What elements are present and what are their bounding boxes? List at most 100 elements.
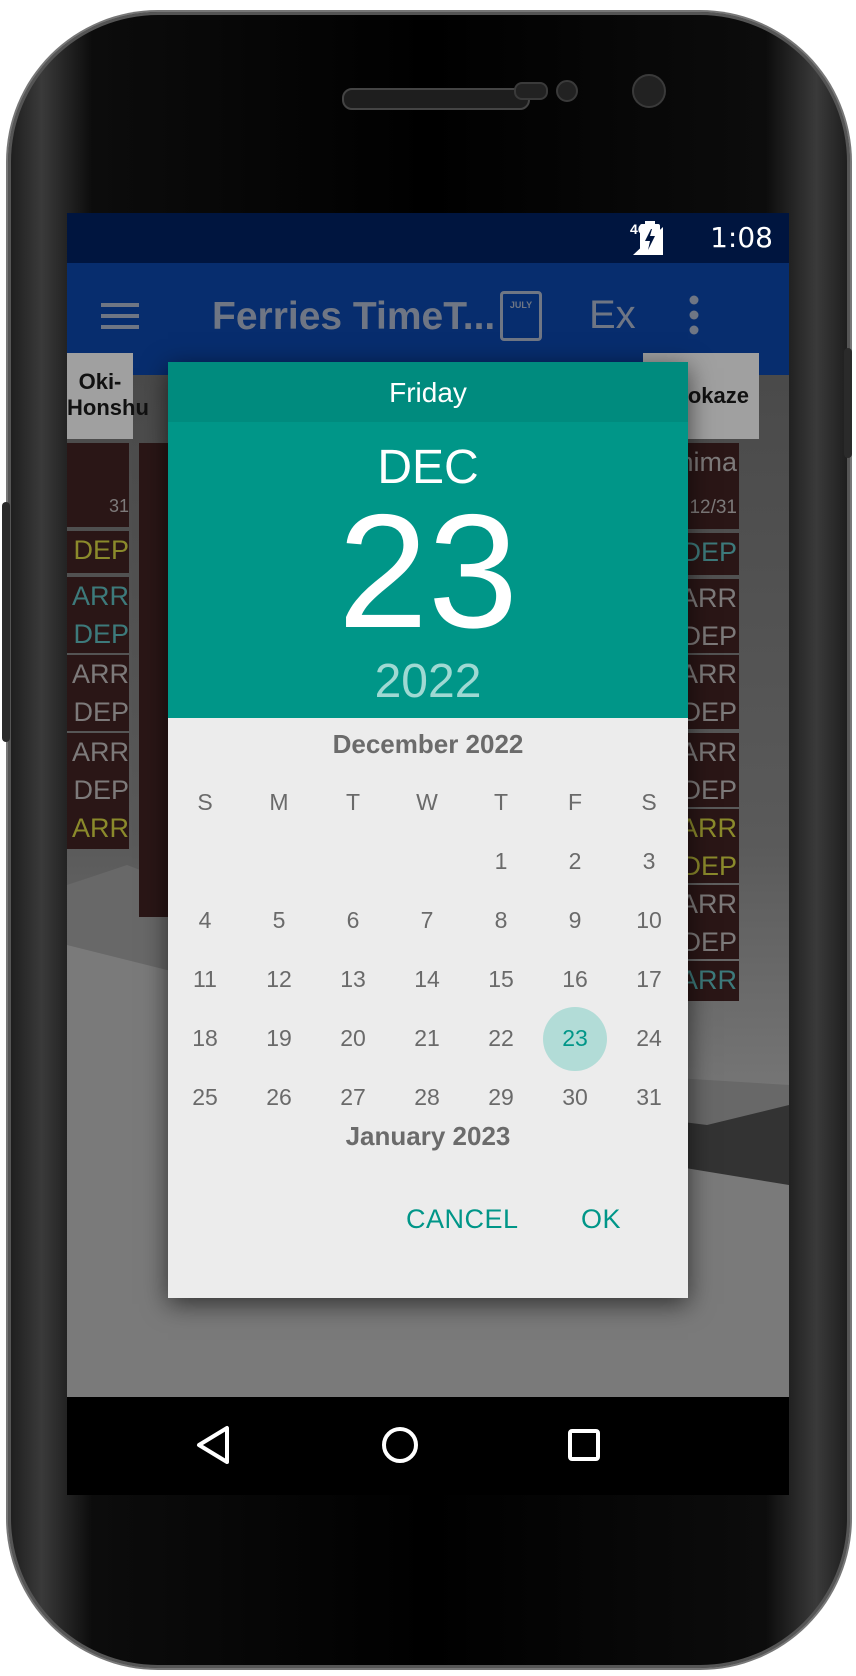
menu-icon[interactable] — [101, 301, 139, 331]
calendar-day-label: 6 — [346, 907, 360, 933]
calendar-week-row: 4 5 6 7 8 9 10 — [168, 891, 688, 950]
calendar-day[interactable]: 11 — [168, 950, 242, 1009]
column-header-oki-honshu[interactable]: Oki- Honshu — [67, 353, 149, 439]
timetable-cell[interactable]: DEP — [67, 531, 129, 573]
light-sensor — [556, 80, 578, 102]
earpiece-speaker — [342, 88, 530, 110]
date-picker-dialog: Friday DEC 23 2022 December 2022 S M T W T F S… — [168, 362, 688, 1298]
selected-year[interactable]: 2022 — [168, 654, 688, 709]
calendar-day[interactable]: 2 — [538, 832, 612, 891]
calendar-icon-label: JULY — [509, 300, 533, 310]
calendar-day[interactable]: 1 — [464, 832, 538, 891]
calendar-day-label: 15 — [488, 966, 514, 992]
calendar-day[interactable]: 6 — [316, 891, 390, 950]
ok-button[interactable]: OK — [581, 1204, 621, 1235]
calendar-week-row: 11 12 13 14 15 16 17 — [168, 950, 688, 1009]
calendar-day[interactable]: 17 — [612, 950, 686, 1009]
calendar-day[interactable]: 10 — [612, 891, 686, 950]
selected-day[interactable]: 23 — [168, 491, 688, 653]
timetable-cell[interactable]: ARR DEP — [67, 655, 129, 731]
timetable-cell[interactable]: ARR — [67, 809, 129, 849]
volume-button — [2, 502, 10, 742]
calendar-day-label: 20 — [340, 1025, 366, 1051]
overflow-menu-icon[interactable] — [689, 295, 699, 335]
calendar-day[interactable]: 27 — [316, 1068, 390, 1127]
calendar-day[interactable]: 26 — [242, 1068, 316, 1127]
calendar-day[interactable]: 13 — [316, 950, 390, 1009]
home-icon[interactable] — [381, 1426, 419, 1464]
calendar-month-title: December 2022 — [332, 729, 524, 759]
calendar-day-label: 22 — [488, 1025, 514, 1051]
timetable-cell[interactable]: ARR DEP — [67, 577, 129, 653]
calendar-day-label: 29 — [488, 1084, 514, 1110]
calendar-day-label: 21 — [414, 1025, 440, 1051]
weekday-header: S — [197, 788, 213, 815]
calendar-day-label: 24 — [636, 1025, 662, 1051]
calendar-day[interactable]: 7 — [390, 891, 464, 950]
calendar-day[interactable]: 18 — [168, 1009, 242, 1068]
calendar-day[interactable]: 21 — [390, 1009, 464, 1068]
calendar-day-empty — [390, 832, 464, 891]
calendar-week-row: 18 19 20 21 22 23 24 — [168, 1006, 688, 1071]
calendar-day[interactable]: 20 — [316, 1009, 390, 1068]
calendar-day-label: 12 — [266, 966, 292, 992]
calendar-day[interactable]: 25 — [168, 1068, 242, 1127]
calendar-day[interactable]: 9 — [538, 891, 612, 950]
calendar-day[interactable]: 15 — [464, 950, 538, 1009]
clock: 1:08 — [710, 221, 773, 254]
calendar-day-label: 3 — [642, 848, 656, 874]
ex-button[interactable]: Ex — [589, 293, 636, 338]
calendar-day[interactable]: 24 — [612, 1009, 686, 1068]
calendar-day-label: 1 — [494, 848, 508, 874]
calendar-week-row: 25 26 27 28 29 30 31 — [168, 1068, 688, 1127]
calendar-day[interactable]: 30 — [538, 1068, 612, 1127]
calendar-day[interactable]: 19 — [242, 1009, 316, 1068]
calendar-day-label: 10 — [636, 907, 662, 933]
cancel-button[interactable]: CANCEL — [406, 1204, 519, 1235]
calendar-day[interactable]: 16 — [538, 950, 612, 1009]
timetable-cell[interactable]: 31 — [67, 443, 129, 527]
app-title: Ferries TimeT... — [212, 295, 496, 338]
calendar-day[interactable]: 29 — [464, 1068, 538, 1127]
battery-charging-icon — [640, 221, 660, 254]
calendar-day-label: 4 — [198, 907, 212, 933]
weekday-header: W — [416, 788, 438, 815]
back-icon[interactable] — [195, 1425, 231, 1465]
calendar-day[interactable]: 4 — [168, 891, 242, 950]
calendar-day[interactable]: 28 — [390, 1068, 464, 1127]
calendar-day[interactable]: 14 — [390, 950, 464, 1009]
calendar-day-label: 17 — [636, 966, 662, 992]
calendar-day[interactable]: 23 — [538, 1006, 612, 1071]
calendar-day[interactable]: 3 — [612, 832, 686, 891]
calendar-day-label: 16 — [562, 966, 588, 992]
next-month-title: January 2023 — [345, 1121, 511, 1151]
weekday-header: M — [269, 788, 289, 815]
weekday-header: F — [567, 788, 583, 815]
calendar-day[interactable]: 8 — [464, 891, 538, 950]
selected-weekday: Friday — [168, 362, 688, 422]
calendar-day-label: 13 — [340, 966, 366, 992]
weekday-header: T — [493, 788, 509, 815]
front-camera — [632, 74, 666, 108]
calendar-day[interactable]: 5 — [242, 891, 316, 950]
calendar-day-label: 8 — [494, 907, 508, 933]
calendar-day[interactable]: 12 — [242, 950, 316, 1009]
calendar-icon[interactable]: JULY — [500, 291, 542, 341]
calendar-day-label: 30 — [562, 1084, 588, 1110]
calendar-day-label: 23 — [543, 1006, 607, 1071]
calendar-day-label: 27 — [340, 1084, 366, 1110]
calendar-day-label: 7 — [420, 907, 434, 933]
calendar-grid: S M T W T F S 1 2 3 4 5 6 7 8 9 10 11 12 13 14 15 16 17 18 19 20 21… — [168, 782, 688, 1127]
navigation-bar — [67, 1397, 789, 1495]
timetable-cell[interactable]: ARR DEP — [67, 733, 129, 809]
calendar-day-label: 25 — [192, 1084, 218, 1110]
calendar-day[interactable]: 31 — [612, 1068, 686, 1127]
calendar-day-label: 28 — [414, 1084, 440, 1110]
weekday-header: T — [345, 788, 361, 815]
calendar-day-label: 19 — [266, 1025, 292, 1051]
proximity-sensor — [514, 82, 548, 100]
calendar-day[interactable]: 22 — [464, 1009, 538, 1068]
calendar-day-label: 18 — [192, 1025, 218, 1051]
recents-icon[interactable] — [567, 1428, 601, 1462]
calendar-day-empty — [316, 832, 390, 891]
